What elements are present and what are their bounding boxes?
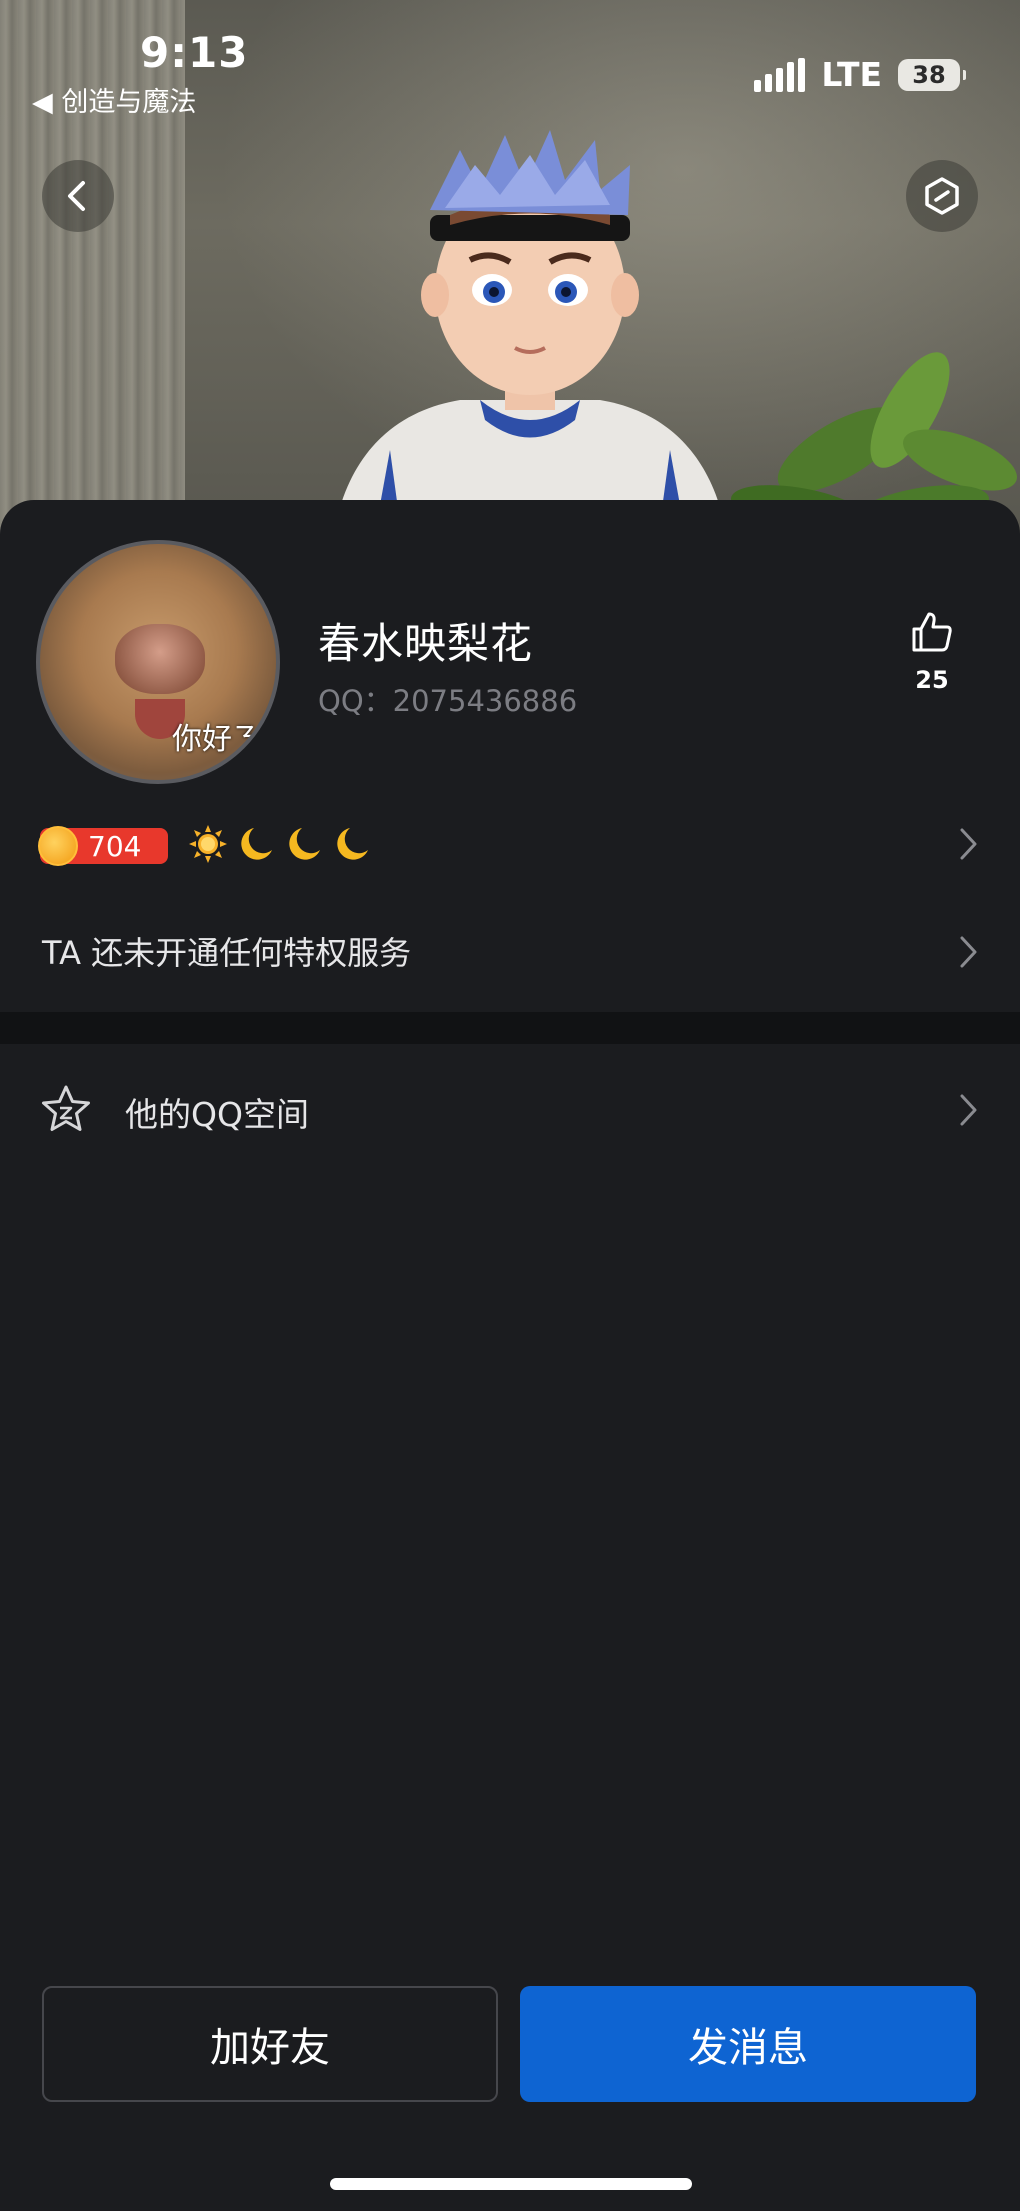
level-icons [188, 824, 372, 864]
home-indicator[interactable] [330, 2178, 692, 2190]
battery-icon: 38 [898, 58, 966, 91]
avatar-switch-button[interactable] [906, 160, 978, 232]
chevron-right-icon [960, 936, 977, 968]
like-count: 25 [915, 666, 949, 694]
moon-icon [337, 828, 368, 860]
qq-number[interactable]: QQ：2075436886 [318, 678, 577, 720]
coin-icon [38, 826, 78, 866]
moon-icon [241, 828, 272, 860]
add-friend-button[interactable]: 加好友 [42, 1986, 498, 2102]
section-divider [0, 1012, 1020, 1044]
avatar[interactable]: 你好ㄋ [36, 540, 280, 784]
chevron-right-icon [960, 828, 977, 860]
back-button[interactable] [42, 160, 114, 232]
qzone-star-icon [42, 1085, 90, 1131]
signal-icon [754, 57, 806, 92]
privilege-status[interactable]: TA 还未开通任何特权服务 [42, 928, 411, 974]
username: 春水映梨花 [318, 619, 534, 668]
return-to-app-link[interactable]: ◀ 创造与魔法 [32, 80, 196, 119]
status-indicators: LTE 38 [754, 55, 966, 94]
qzone-label: 他的QQ空间 [125, 1095, 309, 1134]
chevron-right-icon [960, 1094, 977, 1126]
status-time: 9:13 [140, 28, 249, 77]
network-type: LTE [821, 55, 882, 94]
qzone-row[interactable]: 他的QQ空间 [0, 1044, 1020, 1174]
coin-value: 704 [88, 829, 142, 863]
thumbs-up-icon [912, 612, 952, 652]
qq-coin-badge: 704 [38, 826, 168, 866]
like-button[interactable]: 25 [900, 610, 964, 694]
level-row[interactable]: 704 [38, 824, 980, 874]
sun-icon [189, 825, 227, 863]
super-qq-show-avatar[interactable] [310, 120, 750, 560]
battery-level: 38 [912, 60, 946, 89]
chevron-left-icon [68, 181, 85, 211]
profile-sheet: 你好ㄋ 春水映梨花 QQ：2075436886 25 704 TA 还未开通任何… [0, 500, 1020, 2211]
send-message-button[interactable]: 发消息 [520, 1986, 976, 2102]
moon-icon [289, 828, 320, 860]
hexagon-icon [925, 177, 959, 215]
avatar-caption: 你好ㄋ [172, 722, 262, 757]
